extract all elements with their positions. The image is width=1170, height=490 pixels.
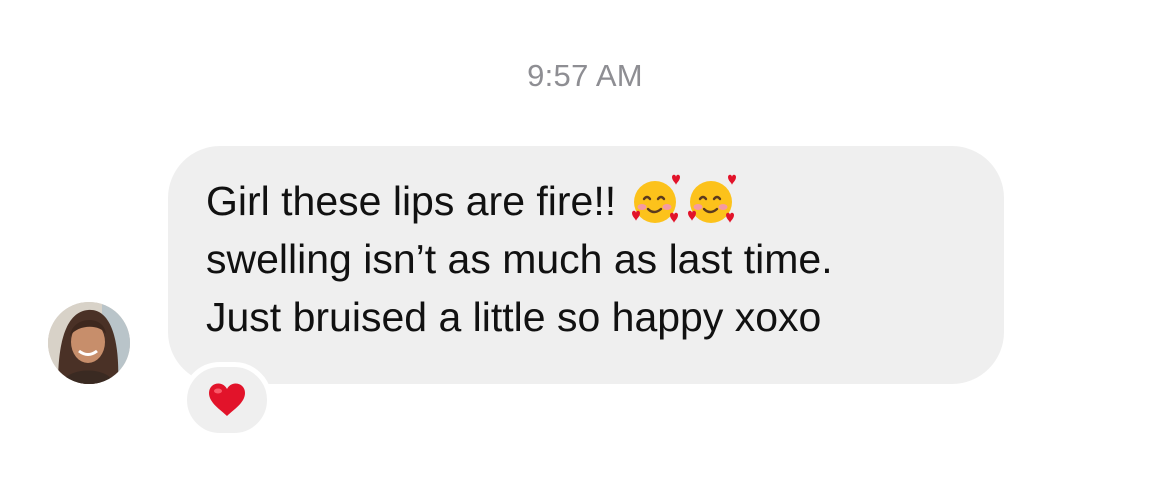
message-bubble[interactable]: Girl these lips are fire!! swelling isn’… <box>168 146 1004 384</box>
message-timestamp: 9:57 AM <box>527 58 643 93</box>
sender-avatar[interactable] <box>48 302 130 384</box>
smiling-face-with-hearts-icon <box>687 174 736 223</box>
message-line-1: Girl these lips are fire!! <box>206 172 974 230</box>
message-line-3: Just bruised a little so happy xoxo <box>206 294 822 340</box>
red-heart-icon <box>209 383 245 416</box>
message-thread: 9:57 AM Girl these lips are fire!! swell… <box>0 0 1170 490</box>
message-line-2: swelling isn’t as much as last time. <box>206 236 833 282</box>
message-text-1: Girl these lips are fire!! <box>206 178 617 224</box>
smiling-face-with-hearts-icon <box>631 174 680 223</box>
heart-reaction-badge[interactable] <box>182 362 272 438</box>
avatar-photo-icon <box>48 302 130 384</box>
